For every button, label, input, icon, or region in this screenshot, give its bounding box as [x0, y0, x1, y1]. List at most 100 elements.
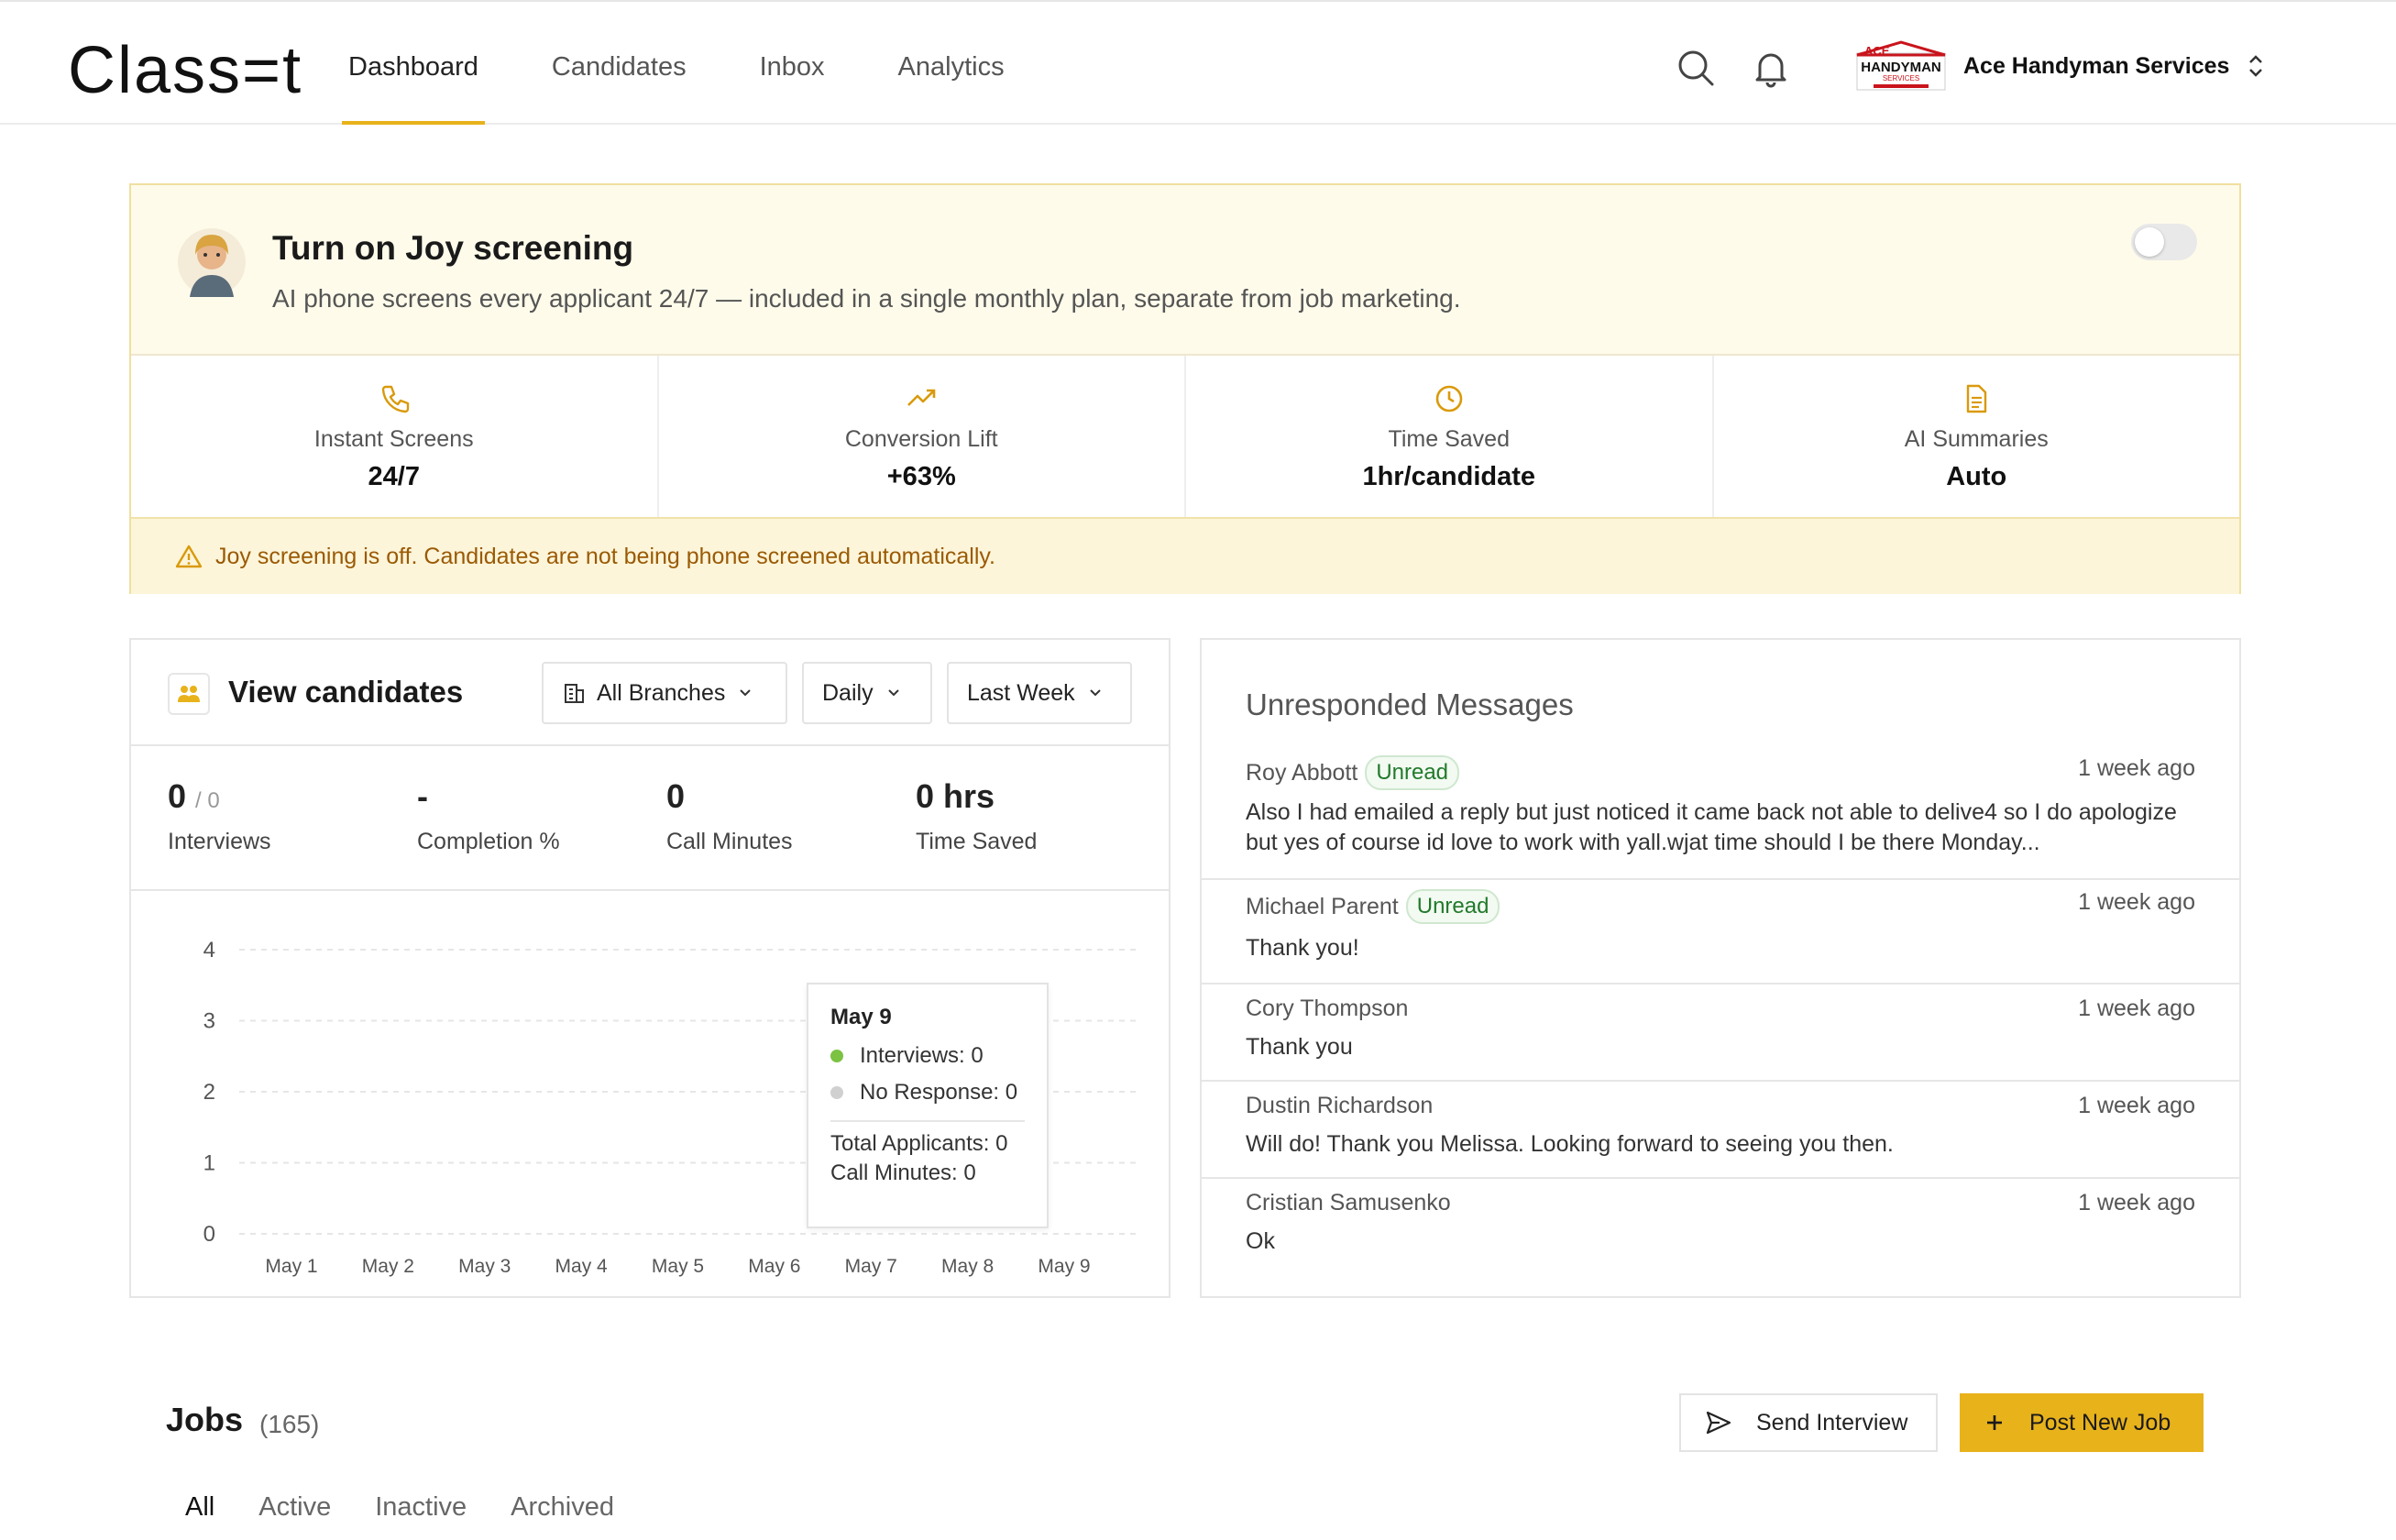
tooltip-date: May 9 [830, 1005, 892, 1029]
company-name: Ace Handyman Services [1963, 52, 2230, 79]
bell-icon[interactable] [1751, 48, 1791, 88]
metric-call-minutes: 0 Call Minutes [666, 777, 793, 855]
x-tick-label: May 8 [941, 1256, 994, 1277]
x-tick-label: May 7 [845, 1256, 897, 1277]
branches-dropdown-value: All Branches [597, 679, 726, 706]
message-body: Thank you! [1246, 935, 1359, 961]
joy-screening-card: Turn on Joy screening AI phone screens e… [129, 183, 2241, 594]
x-tick-label: May 9 [1038, 1256, 1090, 1277]
branches-dropdown[interactable]: All Branches [542, 662, 787, 724]
x-tick-label: May 3 [458, 1256, 511, 1277]
message-body: Will do! Thank you Melissa. Looking forw… [1246, 1131, 1894, 1157]
candidates-chart: 0 1 2 3 4 May 1 May 2 May 3 May 4 May 5 May 6 May 7… [131, 891, 1169, 1298]
metric-label: Completion % [417, 829, 560, 854]
job-tab-archived[interactable]: Archived [511, 1492, 614, 1523]
message-time: 1 week ago [2078, 996, 2195, 1021]
app-logo[interactable]: Class=t [68, 33, 302, 108]
job-tab-inactive[interactable]: Inactive [375, 1492, 467, 1523]
stat-value: +63% [886, 462, 956, 491]
phone-icon [381, 385, 409, 413]
chart-tooltip: May 9 Interviews: 0 No Response: 0 Total… [807, 983, 1049, 1228]
stat-label: Conversion Lift [844, 426, 998, 452]
metric-value: 0 [666, 777, 686, 815]
company-logo: ACE HANDYMAN SERVICES [1856, 40, 1946, 91]
x-tick-label: May 5 [652, 1256, 704, 1277]
metric-completion: - Completion % [417, 777, 560, 855]
message-time: 1 week ago [2078, 1093, 2195, 1118]
jobs-title: Jobs [166, 1401, 244, 1438]
message-item[interactable]: Michael Parent Unread 1 week ago Thank yo… [1202, 880, 2239, 984]
joy-stats: Instant Screens 24/7 Conversion Lift +63… [131, 356, 2239, 517]
send-icon [1706, 1411, 1731, 1435]
x-tick-label: May 2 [362, 1256, 414, 1277]
stat-value: 24/7 [368, 462, 420, 491]
clock-icon [1435, 385, 1463, 412]
jobs-count: (165) [259, 1410, 320, 1438]
top-nav: Class=t Dashboard Candidates Inbox Analy… [0, 7, 2396, 125]
joy-header: Turn on Joy screening AI phone screens e… [131, 185, 2239, 356]
stat-ai-summaries: AI Summaries Auto [1714, 356, 2240, 517]
candidate-metrics: 0 / 0 Interviews - Completion % 0 Call M… [131, 746, 1169, 891]
stat-label: AI Summaries [1904, 426, 2049, 452]
message-sender: Cristian Samusenko [1246, 1190, 1451, 1216]
company-switcher[interactable]: ACE HANDYMAN SERVICES Ace Handyman Servi… [1855, 40, 2266, 92]
tooltip-call-minutes: Call Minutes: 0 [830, 1160, 976, 1185]
joy-toggle[interactable] [2131, 224, 2197, 260]
y-tick-label: 0 [203, 1222, 215, 1247]
message-sender: Cory Thompson [1246, 996, 1409, 1021]
messages-title: Unresponded Messages [1246, 688, 1574, 721]
tooltip-interviews: Interviews: 0 [860, 1043, 984, 1068]
joy-avatar [178, 228, 246, 297]
message-item[interactable]: Dustin Richardson 1 week ago Will do! Th… [1202, 1082, 2239, 1179]
y-tick-label: 2 [203, 1080, 215, 1105]
message-sender: Roy Abbott [1246, 759, 1358, 786]
top-border [0, 0, 2396, 7]
message-item[interactable]: Roy Abbott Unread 1 week ago Also I had e… [1202, 746, 2239, 880]
job-tab-active[interactable]: Active [258, 1492, 331, 1523]
message-time: 1 week ago [2078, 1190, 2195, 1216]
joy-warning-text: Joy screening is off. Candidates are not… [215, 543, 995, 569]
unread-badge: Unread [1365, 755, 1460, 790]
metric-label: Time Saved [916, 829, 1038, 854]
tab-candidates[interactable]: Candidates [545, 7, 693, 125]
job-tab-all[interactable]: All [185, 1492, 214, 1523]
message-body: Ok [1246, 1228, 1275, 1254]
nav-tabs: Dashboard Candidates Inbox Analytics [342, 7, 1072, 125]
stat-time-saved: Time Saved 1hr/candidate [1186, 356, 1714, 517]
building-icon [565, 684, 584, 703]
post-new-job-label: Post New Job [2029, 1409, 2171, 1436]
tooltip-divider [830, 1120, 1025, 1122]
x-tick-label: May 1 [265, 1256, 317, 1277]
search-icon[interactable] [1676, 48, 1716, 88]
plus-icon [1987, 1415, 2002, 1430]
message-item[interactable]: Cory Thompson 1 week ago Thank you [1202, 984, 2239, 1082]
tooltip-row-no-response: No Response: 0 [830, 1080, 1025, 1106]
view-candidates-title: View candidates [228, 675, 464, 709]
view-candidates-header: View candidates All Branches Daily Last … [131, 640, 1169, 746]
metric-value: 0 hrs [916, 777, 995, 815]
message-time: 1 week ago [2078, 755, 2195, 781]
range-dropdown[interactable]: Last Week [947, 662, 1132, 724]
message-item[interactable]: Cristian Samusenko 1 week ago Ok [1202, 1179, 2239, 1296]
chevron-down-icon [887, 689, 899, 697]
tab-analytics[interactable]: Analytics [892, 7, 1011, 125]
message-sender: Dustin Richardson [1246, 1093, 1434, 1118]
tooltip-total-applicants: Total Applicants: 0 [830, 1131, 1008, 1156]
message-body: Also I had emailed a reply but just noti… [1246, 799, 2177, 855]
send-interview-button[interactable]: Send Interview [1679, 1393, 1938, 1452]
tab-inbox[interactable]: Inbox [753, 7, 831, 125]
chevron-updown-icon [2249, 55, 2263, 77]
y-tick-label: 3 [203, 1009, 215, 1034]
post-new-job-button[interactable]: Post New Job [1960, 1393, 2204, 1452]
tab-dashboard[interactable]: Dashboard [342, 7, 485, 125]
interval-dropdown[interactable]: Daily [802, 662, 932, 724]
metric-time-saved: 0 hrs Time Saved [916, 777, 1037, 855]
metric-interviews: 0 / 0 Interviews [168, 777, 271, 855]
chevron-down-icon [740, 689, 752, 697]
stat-value: 1hr/candidate [1362, 462, 1536, 491]
x-tick-label: May 4 [555, 1256, 609, 1277]
stat-value: Auto [1946, 462, 2007, 491]
stat-label: Instant Screens [313, 426, 474, 452]
chevron-down-icon [1089, 689, 1101, 697]
warning-icon [175, 544, 203, 568]
